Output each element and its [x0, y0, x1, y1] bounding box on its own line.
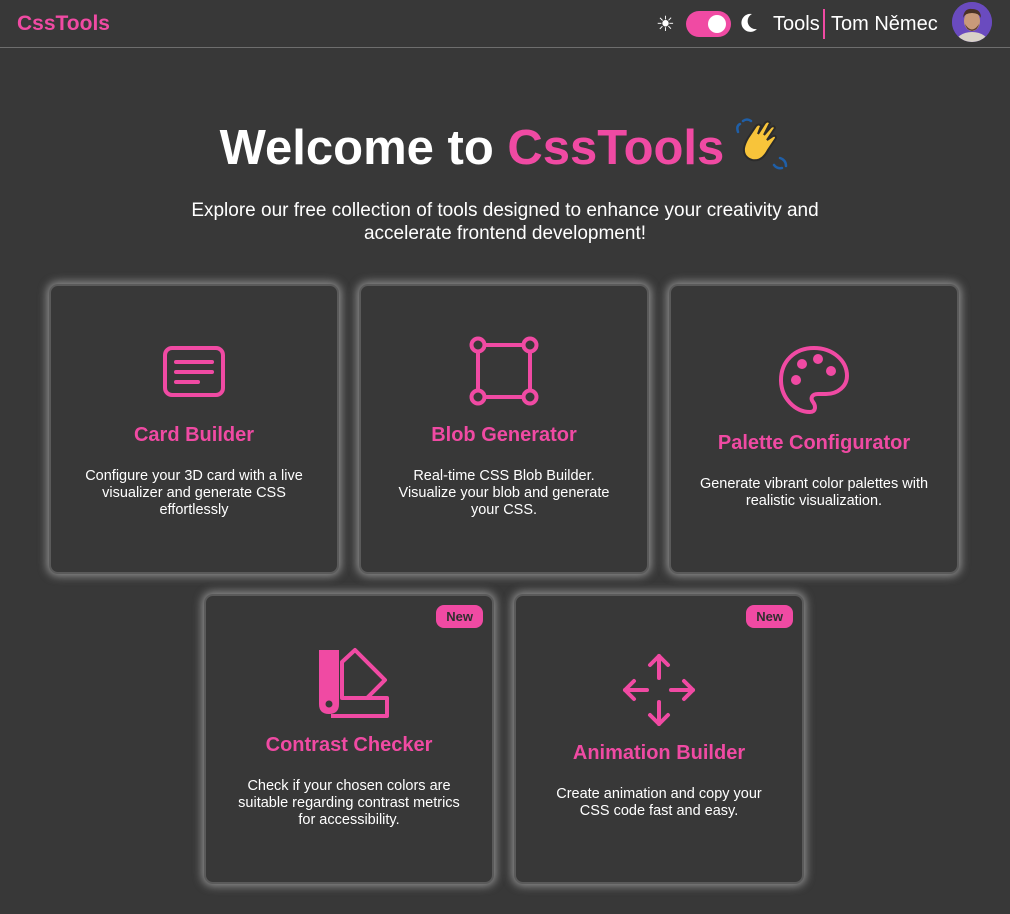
- title-prefix: Welcome to: [219, 121, 508, 175]
- new-badge: New: [436, 605, 483, 628]
- palette-icon: [779, 346, 849, 414]
- tool-card-blob-generator[interactable]: Blob Generator Real-time CSS Blob Builde…: [359, 284, 649, 574]
- card-title: Animation Builder: [572, 742, 746, 764]
- logo-link[interactable]: CssTools: [17, 12, 110, 36]
- nav-divider: [823, 9, 825, 39]
- card-title: Palette Configurator: [717, 432, 911, 454]
- waving-hand-icon: [736, 118, 788, 170]
- avatar[interactable]: [952, 2, 992, 42]
- card-icon: [163, 346, 225, 397]
- toggle-knob: [708, 15, 726, 33]
- card-description: Real-time CSS Blob Builder. Visualize yo…: [398, 468, 610, 518]
- card-title: Contrast Checker: [265, 734, 433, 756]
- avatar-image: [952, 2, 992, 42]
- nav-user-link[interactable]: Tom Němec: [831, 13, 938, 36]
- page-subtitle: Explore our free collection of tools des…: [191, 200, 819, 244]
- tool-card-contrast-checker[interactable]: New Contrast Checker Check if your chose…: [204, 594, 494, 884]
- card-description: Configure your 3D card with a live visua…: [85, 468, 303, 518]
- new-badge: New: [746, 605, 793, 628]
- tool-card-animation-builder[interactable]: New Animation Builder Create animation a…: [514, 594, 804, 884]
- sun-icon: ☀: [656, 13, 675, 36]
- tool-card-card-builder[interactable]: Card Builder Configure your 3D card with…: [49, 284, 339, 574]
- vector-square-icon: [469, 336, 539, 406]
- card-title: Blob Generator: [431, 424, 577, 446]
- move-arrows-icon: [623, 654, 695, 726]
- swatchbook-icon: [319, 648, 389, 718]
- title-accent: CssTools: [507, 121, 725, 175]
- theme-toggle[interactable]: [686, 11, 731, 37]
- top-navbar: CssTools ☀ Tools Tom Němec: [0, 0, 1010, 48]
- moon-icon: [741, 13, 757, 32]
- tool-card-palette-configurator[interactable]: Palette Configurator Generate vibrant co…: [669, 284, 959, 574]
- card-title: Card Builder: [133, 424, 255, 446]
- card-description: Create animation and copy your CSS code …: [556, 786, 762, 819]
- page-title: Welcome to CssTools: [0, 118, 1010, 176]
- card-description: Generate vibrant color palettes with rea…: [699, 476, 929, 509]
- nav-tools-link[interactable]: Tools: [773, 13, 820, 36]
- card-description: Check if your chosen colors are suitable…: [238, 778, 460, 828]
